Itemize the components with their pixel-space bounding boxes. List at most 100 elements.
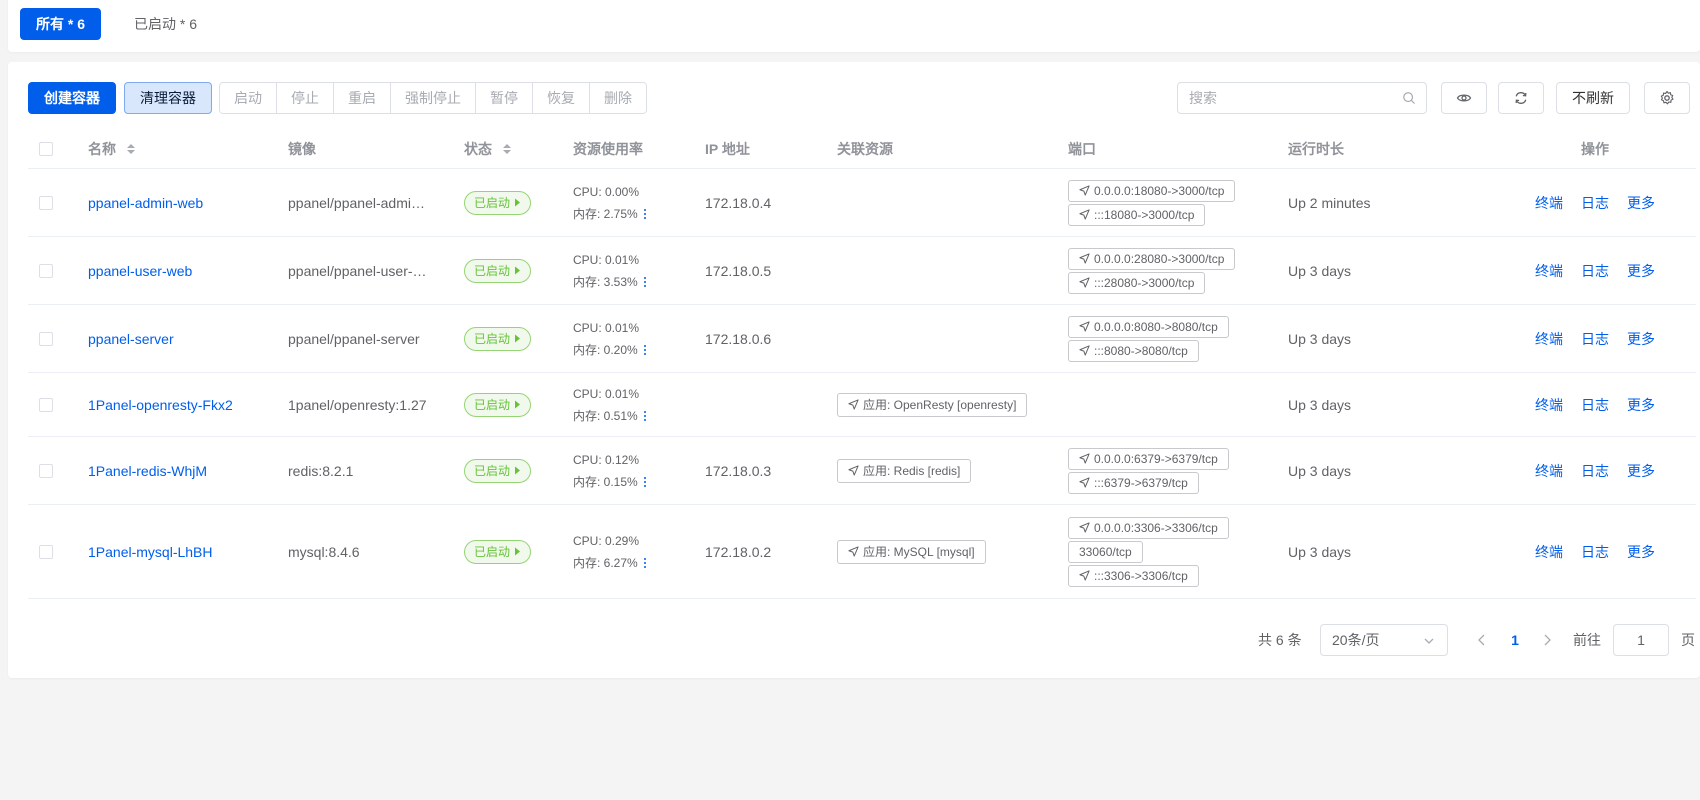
ip-address: 172.18.0.4 xyxy=(705,194,772,211)
port-tag[interactable]: 0.0.0.0:3306->3306/tcp xyxy=(1068,516,1229,539)
column-header-name[interactable]: 名称 xyxy=(88,129,136,169)
terminal-link[interactable]: 终端 xyxy=(1535,261,1563,281)
more-actions-link[interactable]: 更多 xyxy=(1627,261,1655,281)
navigation-icon xyxy=(1079,345,1090,356)
related-resource-tag[interactable]: 应用: OpenResty [openresty] xyxy=(837,392,1028,417)
pause-button[interactable]: 暂停 xyxy=(476,83,533,113)
filter-tab-running[interactable]: 已启动 * 6 xyxy=(118,8,213,40)
resume-button[interactable]: 恢复 xyxy=(533,83,590,113)
logs-link[interactable]: 日志 xyxy=(1581,461,1609,481)
status-badge[interactable]: 已启动 xyxy=(464,539,532,564)
port-tag[interactable]: 0.0.0.0:8080->8080/tcp xyxy=(1068,315,1229,338)
uptime: Up 3 days xyxy=(1288,330,1352,347)
goto-page-input[interactable] xyxy=(1613,624,1669,656)
more-actions-link[interactable]: 更多 xyxy=(1627,193,1655,213)
more-actions-link[interactable]: 更多 xyxy=(1627,542,1655,562)
sort-icon xyxy=(502,144,511,155)
port-tag[interactable]: :::8080->8080/tcp xyxy=(1068,339,1199,362)
terminal-link[interactable]: 终端 xyxy=(1535,461,1563,481)
logs-link[interactable]: 日志 xyxy=(1581,542,1609,562)
terminal-link[interactable]: 终端 xyxy=(1535,542,1563,562)
caret-right-icon xyxy=(515,334,521,343)
restart-button[interactable]: 重启 xyxy=(334,83,391,113)
stop-button[interactable]: 停止 xyxy=(277,83,334,113)
page-number-1[interactable]: 1 xyxy=(1505,624,1525,656)
status-badge[interactable]: 已启动 xyxy=(464,458,532,483)
clean-containers-button[interactable]: 清理容器 xyxy=(124,82,212,114)
search-input[interactable] xyxy=(1189,83,1404,113)
row-checkbox[interactable] xyxy=(39,397,53,412)
table-body: ppanel-admin-web ppanel/ppanel-admin-web 已… xyxy=(28,169,1696,599)
more-actions-link[interactable]: 更多 xyxy=(1627,395,1655,415)
port-tag[interactable]: :::28080->3000/tcp xyxy=(1068,271,1206,294)
row-checkbox[interactable] xyxy=(39,331,53,346)
port-tag[interactable]: 0.0.0.0:18080->3000/tcp xyxy=(1068,179,1236,202)
row-checkbox[interactable] xyxy=(39,195,53,210)
row-checkbox[interactable] xyxy=(39,263,53,278)
container-name-link[interactable]: 1Panel-openresty-Fkx2 xyxy=(88,397,233,413)
terminal-link[interactable]: 终端 xyxy=(1535,329,1563,349)
uptime: Up 3 days xyxy=(1288,543,1352,560)
port-tag[interactable]: 0.0.0.0:6379->6379/tcp xyxy=(1068,447,1229,470)
more-actions-link[interactable]: 更多 xyxy=(1627,461,1655,481)
logs-link[interactable]: 日志 xyxy=(1581,261,1609,281)
row-checkbox[interactable] xyxy=(39,544,53,559)
status-badge[interactable]: 已启动 xyxy=(464,190,532,215)
related-resource-tag[interactable]: 应用: Redis [redis] xyxy=(837,458,972,483)
port-tag[interactable]: 0.0.0.0:28080->3000/tcp xyxy=(1068,247,1236,270)
delete-button[interactable]: 删除 xyxy=(590,83,646,113)
status-badge[interactable]: 已启动 xyxy=(464,258,532,283)
column-header-status[interactable]: 状态 xyxy=(464,129,512,169)
port-tag[interactable]: :::6379->6379/tcp xyxy=(1068,471,1199,494)
more-vertical-icon[interactable] xyxy=(642,208,648,220)
chevron-left-icon[interactable] xyxy=(1475,633,1489,647)
port-tag[interactable]: :::18080->3000/tcp xyxy=(1068,203,1206,226)
more-vertical-icon[interactable] xyxy=(642,557,648,569)
chevron-down-icon xyxy=(1424,638,1434,644)
navigation-icon xyxy=(848,546,859,557)
logs-link[interactable]: 日志 xyxy=(1581,193,1609,213)
port-tag[interactable]: :::3306->3306/tcp xyxy=(1068,564,1199,587)
container-name-link[interactable]: 1Panel-redis-WhjM xyxy=(88,463,207,479)
force-stop-button[interactable]: 强制停止 xyxy=(391,83,476,113)
more-actions-link[interactable]: 更多 xyxy=(1627,329,1655,349)
create-container-button[interactable]: 创建容器 xyxy=(28,82,116,114)
container-name-link[interactable]: ppanel-server xyxy=(88,331,174,347)
container-image: redis:8.2.1 xyxy=(288,462,354,479)
status-badge[interactable]: 已启动 xyxy=(464,326,532,351)
more-vertical-icon[interactable] xyxy=(642,476,648,488)
logs-link[interactable]: 日志 xyxy=(1581,329,1609,349)
port-tag[interactable]: 33060/tcp xyxy=(1068,540,1143,563)
page-size-select[interactable]: 20条/页 xyxy=(1320,624,1448,656)
more-vertical-icon[interactable] xyxy=(642,344,648,356)
terminal-link[interactable]: 终端 xyxy=(1535,193,1563,213)
ip-address: 172.18.0.5 xyxy=(705,262,772,279)
status-badge[interactable]: 已启动 xyxy=(464,392,532,417)
select-all-checkbox[interactable] xyxy=(39,142,53,156)
container-name-link[interactable]: 1Panel-mysql-LhBH xyxy=(88,544,213,560)
table-row: ppanel-server ppanel/ppanel-server 已启动 CPU:… xyxy=(28,305,1696,373)
more-vertical-icon[interactable] xyxy=(642,276,648,288)
container-panel: 创建容器 清理容器 启动 停止 重启 强制停止 暂停 恢复 删除 不刷新 名称 … xyxy=(8,62,1700,678)
sort-icon xyxy=(126,144,135,155)
container-name-link[interactable]: ppanel-admin-web xyxy=(88,195,203,211)
filter-tab-all[interactable]: 所有 * 6 xyxy=(20,8,102,40)
uptime: Up 3 days xyxy=(1288,396,1352,413)
navigation-icon xyxy=(1079,570,1090,581)
refresh-button[interactable] xyxy=(1498,82,1544,114)
pagination: 共 6 条 20条/页 1 前往 页 xyxy=(8,624,1700,656)
more-vertical-icon[interactable] xyxy=(642,410,648,422)
column-header-resource: 资源使用率 xyxy=(573,141,643,157)
container-name-link[interactable]: ppanel-user-web xyxy=(88,263,192,279)
terminal-link[interactable]: 终端 xyxy=(1535,395,1563,415)
row-checkbox[interactable] xyxy=(39,463,53,478)
start-button[interactable]: 启动 xyxy=(220,83,277,113)
chevron-right-icon[interactable] xyxy=(1540,633,1554,647)
search-icon[interactable] xyxy=(1402,91,1416,105)
refresh-interval-button[interactable]: 不刷新 xyxy=(1556,82,1630,114)
toggle-view-button[interactable] xyxy=(1441,82,1487,114)
related-resource-tag[interactable]: 应用: MySQL [mysql] xyxy=(837,539,986,564)
memory-usage: 内存: 0.20% xyxy=(573,342,638,357)
column-settings-button[interactable] xyxy=(1644,82,1690,114)
logs-link[interactable]: 日志 xyxy=(1581,395,1609,415)
